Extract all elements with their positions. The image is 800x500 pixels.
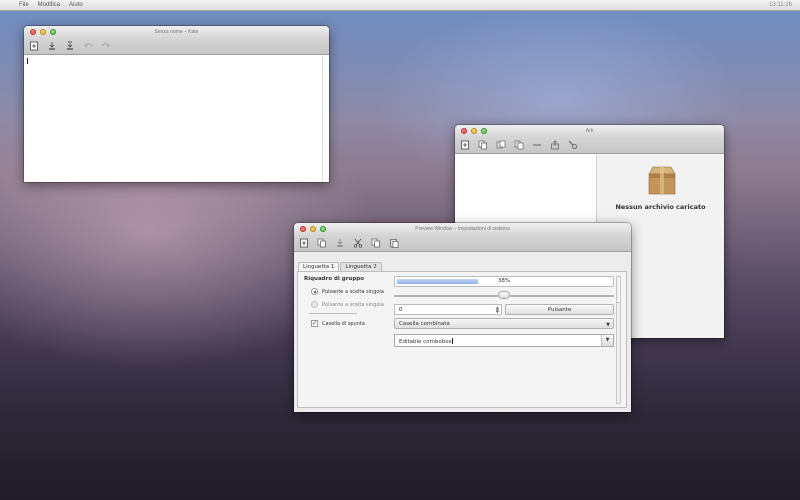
radio-option-2[interactable]: Pulsante a scelta singola	[304, 301, 388, 308]
menu-help[interactable]: Aiuto	[69, 2, 83, 8]
window-title: Senza nome – Kate	[154, 29, 199, 35]
copy-icon[interactable]	[371, 238, 381, 248]
extract-icon[interactable]	[496, 140, 506, 150]
preview-content: Linguetta 1 Linguetta 2 Riquadro di grup…	[294, 253, 631, 412]
close-button[interactable]	[300, 226, 306, 232]
menu-file[interactable]: File	[19, 2, 29, 8]
radio-label: Pulsante a scelta singola	[322, 288, 384, 295]
window-title: Ark	[585, 128, 594, 134]
spinbox[interactable]: 0 ▲ ▼	[394, 304, 502, 315]
radio-off-icon[interactable]	[311, 301, 318, 308]
progress-label: 38%	[497, 278, 511, 284]
tab-bar: Linguetta 1 Linguetta 2	[298, 262, 383, 271]
kate-window: Senza nome – Kate	[24, 26, 329, 182]
spin-arrows-icon[interactable]: ▲ ▼	[496, 306, 499, 314]
push-button[interactable]: Pulsante	[505, 304, 614, 315]
progress-bar: 38%	[394, 276, 614, 287]
redo-icon[interactable]	[101, 41, 111, 51]
archive-box-icon	[645, 164, 679, 198]
tab-linguetta-2[interactable]: Linguetta 2	[340, 262, 382, 271]
text-caret	[27, 58, 28, 64]
undo-icon[interactable]	[83, 41, 93, 51]
group-title: Riquadro di gruppo	[304, 276, 364, 282]
new-document-icon[interactable]	[29, 41, 39, 51]
minimize-button[interactable]	[471, 128, 477, 134]
kate-titlebar[interactable]: Senza nome – Kate	[24, 26, 329, 38]
cut-icon[interactable]	[353, 238, 363, 248]
maximize-button[interactable]	[481, 128, 487, 134]
kate-toolbar	[24, 38, 329, 55]
maximize-button[interactable]	[50, 29, 56, 35]
radio-option-1[interactable]: Pulsante a scelta singola	[304, 288, 388, 295]
combo-value: Casella combinata	[399, 321, 450, 327]
open-archive-icon[interactable]	[478, 140, 488, 150]
scrollbar-thumb[interactable]	[617, 277, 620, 303]
tab-panel: Riquadro di gruppo Pulsante a scelta sin…	[297, 271, 627, 408]
menubar: File Modifica Aiuto 13:11:26	[0, 0, 800, 11]
chevron-down-icon: ▼	[606, 322, 610, 328]
save-icon[interactable]	[47, 41, 57, 51]
close-button[interactable]	[30, 29, 36, 35]
text-caret	[451, 338, 453, 344]
minimize-button[interactable]	[310, 226, 316, 232]
text-editor[interactable]	[24, 55, 329, 182]
editable-combobox-value[interactable]: Editable combobox	[399, 339, 452, 345]
combo-box[interactable]: Casella combinata ▼	[394, 318, 614, 329]
group-box: Riquadro di gruppo Pulsante a scelta sin…	[304, 276, 388, 327]
ark-toolbar	[455, 137, 724, 154]
minimize-button[interactable]	[40, 29, 46, 35]
checkbox-label: Casella di spunta	[322, 320, 365, 327]
save-icon[interactable]	[335, 238, 345, 248]
chevron-down-icon[interactable]: ▼	[601, 335, 613, 346]
new-archive-icon[interactable]	[460, 140, 470, 150]
editable-combobox[interactable]: Editable combobox ▼	[394, 334, 614, 347]
editor-scrollbar[interactable]	[322, 55, 326, 182]
find-icon[interactable]	[568, 140, 578, 150]
preview-toolbar	[294, 235, 631, 252]
preview-titlebar[interactable]: Preview Window – Impostazioni di sistema	[294, 223, 631, 235]
new-icon[interactable]	[299, 238, 309, 248]
radio-on-icon[interactable]	[311, 288, 318, 295]
close-button[interactable]	[461, 128, 467, 134]
checkbox-row[interactable]: ✓ Casella di spunta	[304, 320, 388, 327]
maximize-button[interactable]	[320, 226, 326, 232]
empty-archive-message: Nessun archivio caricato	[615, 203, 706, 211]
checkbox-checked-icon[interactable]: ✓	[311, 320, 318, 327]
preview-window: Preview Window – Impostazioni di sistema…	[294, 223, 631, 412]
remove-icon[interactable]	[532, 140, 542, 150]
controls-column: 38% 0 ▲ ▼ Pulsante Casella combinata ▼ E…	[394, 276, 614, 347]
open-icon[interactable]	[317, 238, 327, 248]
spinbox-value: 0	[399, 307, 403, 313]
group-separator	[309, 313, 357, 314]
tab-linguetta-1[interactable]: Linguetta 1	[298, 262, 340, 271]
slider-handle[interactable]	[498, 291, 510, 299]
share-icon[interactable]	[550, 140, 560, 150]
paste-icon[interactable]	[389, 238, 399, 248]
radio-label: Pulsante a scelta singola	[322, 301, 384, 308]
save-as-icon[interactable]	[65, 41, 75, 51]
panel-scrollbar[interactable]	[616, 276, 621, 404]
ark-titlebar[interactable]: Ark	[455, 125, 724, 137]
add-file-icon[interactable]	[514, 140, 524, 150]
window-title: Preview Window – Impostazioni di sistema	[415, 226, 510, 232]
menubar-clock: 13:11:26	[769, 2, 792, 8]
slider[interactable]	[394, 290, 614, 302]
menu-edit[interactable]: Modifica	[38, 2, 60, 8]
